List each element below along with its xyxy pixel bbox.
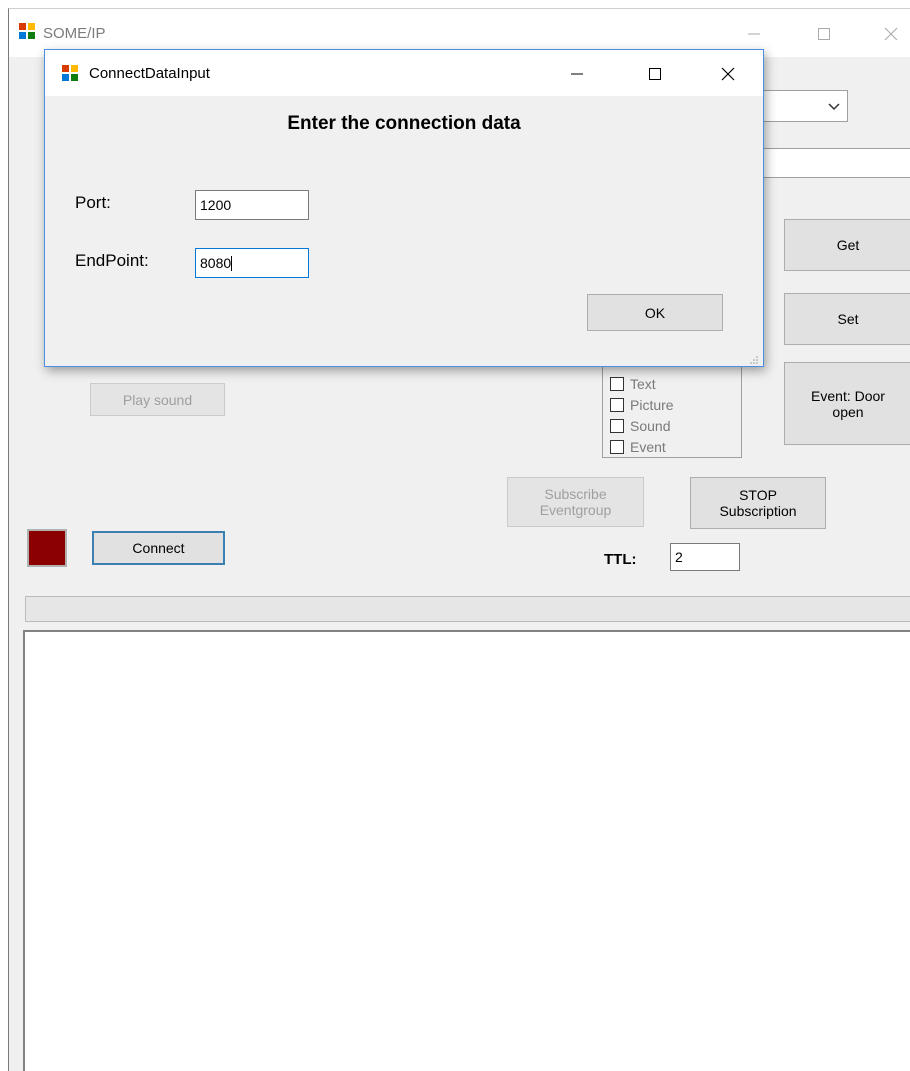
play-sound-button[interactable]: Play sound bbox=[90, 383, 225, 416]
set-button[interactable]: Set bbox=[784, 293, 910, 345]
checkbox-label: Picture bbox=[630, 397, 674, 413]
close-icon[interactable] bbox=[714, 60, 742, 88]
app-icon bbox=[62, 65, 78, 84]
checkbox-box[interactable] bbox=[610, 377, 624, 391]
dialog-title: ConnectDataInput bbox=[89, 65, 210, 82]
connect-data-input-dialog: ConnectDataInput Enter the connection da… bbox=[44, 49, 764, 367]
resize-grip-icon[interactable] bbox=[749, 353, 759, 364]
ok-button[interactable]: OK bbox=[587, 294, 723, 331]
minimize-icon[interactable] bbox=[563, 60, 591, 88]
event-door-open-button[interactable]: Event: Door open bbox=[784, 362, 910, 445]
endpoint-label: EndPoint: bbox=[75, 251, 149, 270]
maximize-icon[interactable] bbox=[641, 60, 669, 88]
checkbox-label: Sound bbox=[630, 418, 671, 434]
checkbox-label: Event bbox=[630, 439, 666, 455]
dialog-titlebar: ConnectDataInput bbox=[45, 50, 763, 96]
app-icon bbox=[19, 23, 35, 42]
endpoint-input[interactable]: 8080 bbox=[195, 248, 309, 278]
checkbox-event[interactable]: Event bbox=[610, 437, 666, 457]
port-label: Port: bbox=[75, 193, 111, 212]
text-input[interactable] bbox=[754, 148, 910, 178]
checkbox-label: Text bbox=[630, 376, 656, 392]
maximize-icon[interactable] bbox=[809, 19, 839, 49]
subscribe-eventgroup-button[interactable]: Subscribe Eventgroup bbox=[507, 477, 644, 527]
ttl-input[interactable]: 2 bbox=[670, 543, 740, 571]
close-icon[interactable] bbox=[876, 19, 906, 49]
dialog-heading: Enter the connection data bbox=[287, 113, 521, 134]
port-input[interactable]: 1200 bbox=[195, 190, 309, 220]
checkbox-box[interactable] bbox=[610, 419, 624, 433]
main-window-title: SOME/IP bbox=[43, 25, 106, 42]
chevron-down-icon bbox=[827, 99, 841, 113]
connect-button[interactable]: Connect bbox=[92, 531, 225, 565]
log-output-area[interactable] bbox=[23, 630, 910, 1071]
progress-bar bbox=[25, 596, 910, 622]
text-caret bbox=[231, 256, 233, 271]
ttl-label: TTL: bbox=[604, 551, 637, 568]
minimize-icon[interactable] bbox=[739, 19, 769, 49]
service-combobox[interactable] bbox=[754, 90, 848, 122]
get-button[interactable]: Get bbox=[784, 219, 910, 271]
checkbox-sound[interactable]: Sound bbox=[610, 416, 670, 436]
checkbox-box[interactable] bbox=[610, 398, 624, 412]
checkbox-picture[interactable]: Picture bbox=[610, 395, 674, 415]
checkbox-box[interactable] bbox=[610, 440, 624, 454]
connection-status-indicator bbox=[27, 529, 67, 567]
message-type-checkbox-group: Text Picture Sound Event bbox=[602, 354, 742, 458]
endpoint-value: 8080 bbox=[200, 255, 232, 271]
checkbox-text[interactable]: Text bbox=[610, 374, 656, 394]
stop-subscription-button[interactable]: STOP Subscription bbox=[690, 477, 826, 529]
